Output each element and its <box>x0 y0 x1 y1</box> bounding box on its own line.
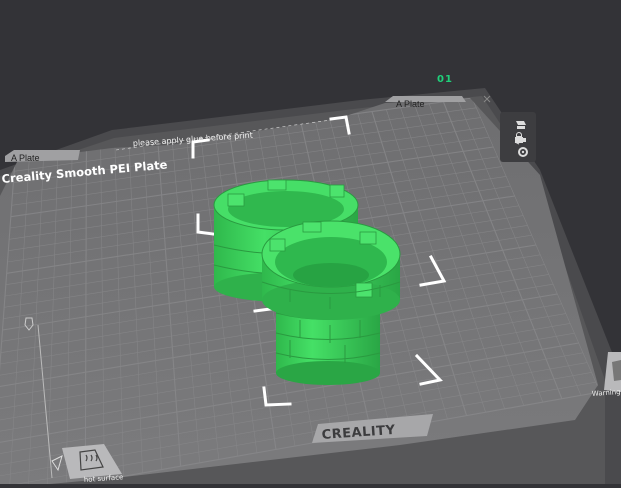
close-icon <box>483 95 491 103</box>
3d-viewport[interactable]: A Plate A Plate please apply glue before… <box>0 0 621 484</box>
settings-icon <box>518 147 528 157</box>
plate-tab-left-label: A Plate <box>11 153 40 163</box>
settings-button[interactable] <box>510 143 536 161</box>
plate-tab-label: A Plate <box>396 99 425 109</box>
close-plate-button[interactable] <box>481 90 493 103</box>
viewport-canvas[interactable]: A Plate A Plate please apply glue before… <box>0 0 621 484</box>
plate-number: 01 <box>437 74 453 85</box>
